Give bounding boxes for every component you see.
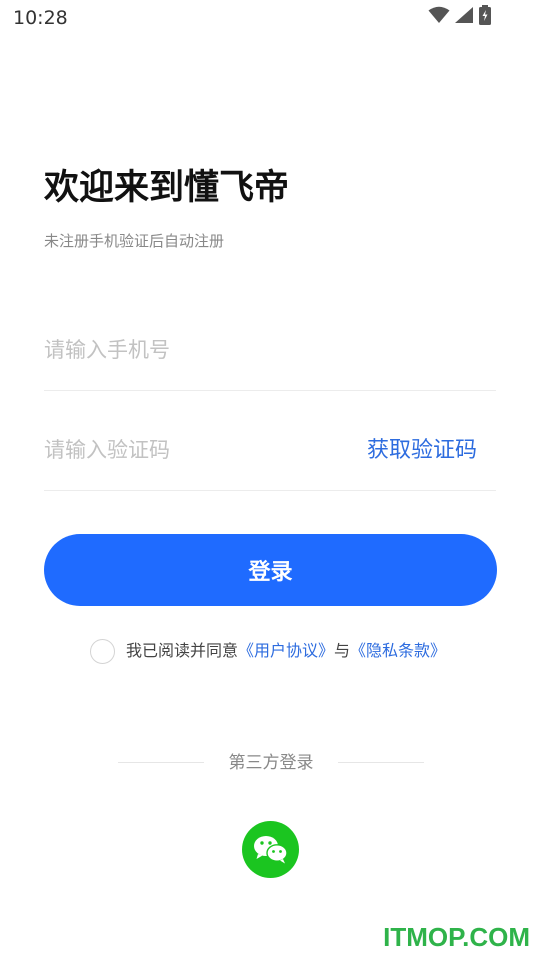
phone-field-row <box>44 331 496 391</box>
wechat-login-button[interactable] <box>242 821 299 878</box>
wechat-icon <box>253 835 288 863</box>
login-screen: 10:28 欢迎来到懂飞帝 未注册手机验证后自动注册 请输入手机号 请输入验证码… <box>0 0 540 960</box>
divider-right <box>338 762 424 763</box>
wifi-icon <box>428 6 450 28</box>
cellular-signal-icon <box>454 6 474 28</box>
battery-charging-icon <box>478 5 492 29</box>
welcome-title: 欢迎来到懂飞帝 <box>44 168 290 208</box>
verification-code-input[interactable] <box>44 431 344 469</box>
code-field-row: 获取验证码 <box>44 431 496 491</box>
login-button[interactable]: 登录 <box>44 534 497 606</box>
watermark: ITMOP.COM <box>383 922 530 952</box>
phone-input[interactable] <box>44 331 344 369</box>
welcome-subtitle: 未注册手机验证后自动注册 <box>44 232 225 250</box>
agreement-row: 我已阅读并同意 《用户协议》 与 《隐私条款》 <box>90 638 446 664</box>
status-time: 10:28 <box>13 7 68 29</box>
third-party-login-section: 第三方登录 <box>118 752 424 774</box>
agreement-prefix: 我已阅读并同意 <box>126 641 239 660</box>
agreement-connector: 与 <box>334 641 351 660</box>
agreement-checkbox[interactable] <box>90 638 115 664</box>
status-icons <box>428 5 492 29</box>
third-party-login-label: 第三方登录 <box>228 753 314 773</box>
get-verification-code-button[interactable]: 获取验证码 <box>367 436 477 466</box>
user-agreement-link[interactable]: 《用户协议》 <box>238 639 334 663</box>
status-bar: 10:28 <box>0 0 540 36</box>
privacy-policy-link[interactable]: 《隐私条款》 <box>350 639 446 663</box>
